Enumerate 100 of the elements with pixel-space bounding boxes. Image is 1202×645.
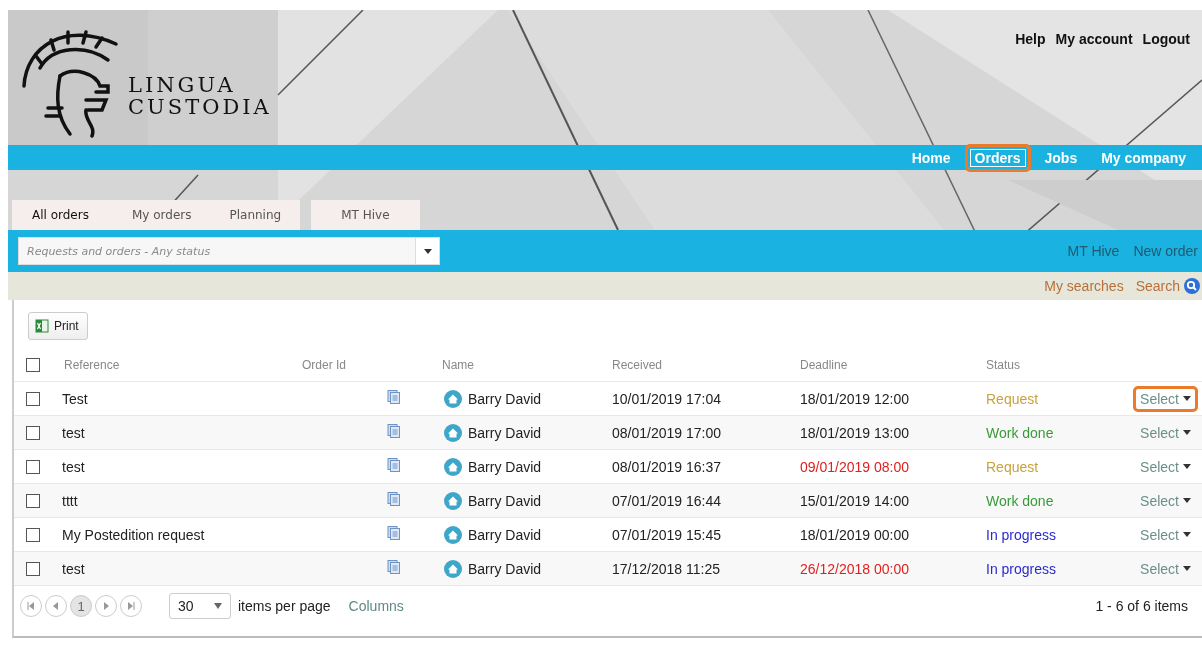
table-cell: Barry David: [468, 492, 542, 509]
documents-icon[interactable]: [387, 526, 401, 540]
home-icon: [444, 491, 462, 510]
status-text: In progress: [986, 560, 1057, 577]
first-page-button[interactable]: [20, 595, 42, 617]
column-header: Name: [441, 358, 474, 372]
next-page-button[interactable]: [95, 595, 117, 617]
search-icon[interactable]: [1184, 278, 1200, 294]
column-header: Status: [985, 358, 1021, 372]
table-cell: 17/12/2018 11:25: [612, 560, 720, 577]
header-link[interactable]: My account: [1055, 31, 1133, 47]
table-cell: Barry David: [468, 526, 542, 543]
status-text: Work done: [986, 424, 1054, 441]
tab[interactable]: All orders: [12, 200, 113, 230]
status-text: In progress: [986, 526, 1057, 543]
checkbox[interactable]: [26, 425, 40, 440]
table-cell: 15/01/2019 14:00: [800, 492, 909, 509]
caret-icon: [423, 248, 432, 254]
select-dropdown[interactable]: Select: [1133, 419, 1198, 446]
table-cell: Barry David: [468, 458, 542, 475]
column-header: Reference: [63, 358, 120, 372]
filter-field[interactable]: Requests and orders - Any status: [18, 237, 416, 265]
checkbox[interactable]: [26, 561, 40, 576]
select-dropdown[interactable]: Select: [1133, 385, 1198, 412]
table-cell: test: [62, 458, 85, 475]
table-cell: 09/01/2019 08:00: [800, 458, 909, 475]
home-icon: [444, 423, 462, 442]
home-icon: [444, 457, 462, 476]
columns-link[interactable]: Columns: [348, 598, 404, 614]
caret-icon: [1183, 532, 1191, 537]
select-dropdown[interactable]: Select: [1133, 521, 1198, 548]
table-cell: 07/01/2019 15:45: [612, 526, 721, 543]
table-cell: 18/01/2019 00:00: [800, 526, 909, 543]
last-page-icon: [127, 602, 135, 610]
home-icon: [444, 559, 462, 578]
nav-link[interactable]: Orders: [964, 143, 1031, 172]
documents-icon[interactable]: [387, 424, 401, 438]
caret-icon: [1183, 464, 1191, 469]
tab[interactable]: My orders: [112, 200, 211, 230]
nav-link[interactable]: Home: [901, 143, 961, 172]
home-icon: [444, 389, 462, 408]
nav-link[interactable]: My company: [1091, 143, 1196, 172]
table-cell: 08/01/2019 16:37: [612, 458, 721, 475]
first-page-icon: [27, 602, 35, 610]
logo-text: CUSTODIA: [128, 96, 272, 118]
table-cell: Barry David: [468, 390, 542, 407]
page-size-dropdown[interactable]: 30: [169, 593, 231, 619]
checkbox[interactable]: [26, 391, 40, 406]
table-cell: Barry David: [468, 424, 542, 441]
dropdown-button[interactable]: [416, 237, 440, 265]
header-link[interactable]: Logout: [1142, 31, 1190, 47]
caret-icon: [1183, 396, 1191, 401]
header-link[interactable]: Help: [1015, 31, 1046, 47]
documents-icon[interactable]: [387, 492, 401, 506]
table-cell: 10/01/2019 17:04: [612, 390, 721, 407]
status-text: Work done: [986, 492, 1054, 509]
checkbox[interactable]: [26, 493, 40, 508]
table-cell: 26/12/2018 00:00: [800, 560, 909, 577]
checkbox[interactable]: [26, 459, 40, 474]
tab[interactable]: MT Hive: [311, 200, 420, 230]
table-cell: tttt: [62, 492, 78, 509]
documents-icon[interactable]: [387, 458, 401, 472]
select-dropdown[interactable]: Select: [1133, 487, 1198, 514]
checkbox[interactable]: [26, 527, 40, 542]
page-size-label: items per page: [238, 598, 331, 614]
select-dropdown[interactable]: Select: [1133, 453, 1198, 480]
column-header: Received: [611, 358, 663, 372]
table-cell: My Postedition request: [62, 526, 205, 543]
table-cell: Test: [62, 390, 88, 407]
status-text: Request: [986, 458, 1039, 475]
right-triangle-icon: [102, 602, 110, 610]
table-cell: 18/01/2019 13:00: [800, 424, 909, 441]
caret-icon: [1183, 498, 1191, 503]
home-icon: [444, 525, 462, 544]
page-button[interactable]: 1: [70, 595, 92, 617]
table-cell: 18/01/2019 12:00: [800, 390, 909, 407]
checkbox[interactable]: [26, 358, 40, 372]
last-page-button[interactable]: [120, 595, 142, 617]
table-cell: 07/01/2019 16:44: [612, 492, 721, 509]
table-cell: test: [62, 424, 85, 441]
previous-page-button[interactable]: [45, 595, 67, 617]
spreadsheet-icon: [35, 319, 49, 333]
caret-icon: [1183, 430, 1191, 435]
print-button[interactable]: Print: [28, 312, 88, 340]
search-link[interactable]: Search: [1135, 278, 1180, 294]
caret-icon: [214, 603, 222, 609]
status-text: Request: [986, 390, 1039, 407]
table-cell: test: [62, 560, 85, 577]
table-cell: Barry David: [468, 560, 542, 577]
tab[interactable]: Planning: [210, 200, 301, 230]
column-header: Order Id: [301, 358, 346, 372]
items-summary: 1 - 6 of 6 items: [1095, 598, 1188, 614]
select-dropdown[interactable]: Select: [1133, 555, 1198, 582]
caret-icon: [1183, 566, 1191, 571]
documents-icon[interactable]: [387, 390, 401, 404]
column-header: Deadline: [799, 358, 848, 372]
table-cell: 08/01/2019 17:00: [612, 424, 721, 441]
nav-link[interactable]: Jobs: [1034, 143, 1088, 172]
documents-icon[interactable]: [387, 560, 401, 574]
search-link[interactable]: My searches: [1044, 278, 1124, 294]
